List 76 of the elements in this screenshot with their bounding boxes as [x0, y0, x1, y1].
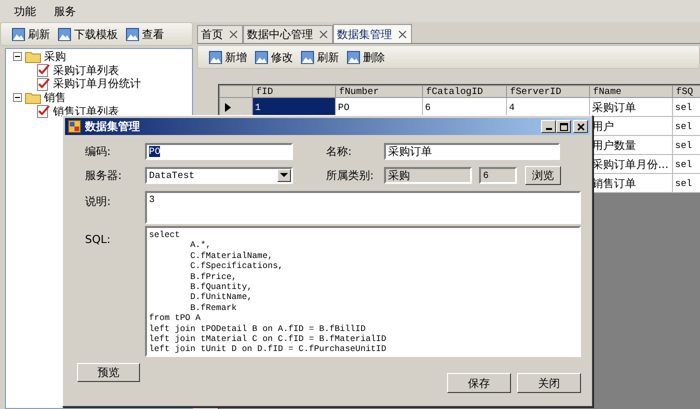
image-icon [209, 50, 222, 64]
table-cell: sel [675, 140, 692, 150]
field-label: 说明: [85, 194, 112, 209]
table-cell: PO [338, 102, 350, 112]
close-icon[interactable] [229, 30, 238, 39]
minimize-button[interactable] [541, 120, 556, 133]
image-icon [58, 28, 71, 40]
table-cell: 1 [255, 102, 261, 112]
menu-item[interactable]: 功能 [14, 4, 36, 18]
tree-item[interactable]: 采购订单月份统计 [53, 76, 141, 92]
toolbar-button[interactable]: 删除 [344, 48, 388, 66]
table-cell: 4 [509, 102, 515, 112]
table-cell: 6 [425, 102, 431, 112]
toolbar-button[interactable]: 下载模板 [55, 25, 121, 43]
toolbar-button[interactable]: 查看 [123, 25, 167, 43]
image-icon [347, 50, 360, 64]
category-id-field[interactable]: 6 [479, 167, 517, 184]
field-label: SQL: [85, 232, 112, 246]
folder-icon [25, 50, 41, 63]
tree-item[interactable]: 采购 [44, 49, 66, 64]
tab[interactable]: 数据中心管理 [243, 25, 333, 43]
tab[interactable]: 首页 [197, 25, 243, 43]
collapse-icon[interactable] [13, 93, 22, 102]
sql-field[interactable]: select A.*, C.fMaterialName, C.fSpecifications, B.fPrice, B.fQuantity, D.fUnitName, B.fRemark from tPO A left join tPODetail B on A.fID = B.fBillID left join tMaterial C on C.fID = B.fMaterialID left join tUnit D on D.fID = C.fPurchaseUnitID [145, 226, 581, 357]
column-header[interactable]: fCatalogID [422, 86, 506, 98]
tree-item[interactable]: 采购订单列表 [53, 62, 119, 78]
checklist-icon [36, 104, 50, 118]
toolbar-button[interactable]: 新增 [206, 48, 250, 66]
image-icon [255, 50, 268, 64]
close-icon[interactable] [319, 30, 328, 39]
field-label: 所属类别: [326, 168, 375, 183]
image-icon [12, 28, 25, 40]
collapse-icon[interactable] [13, 52, 22, 62]
table-cell: sel [675, 102, 692, 112]
toolbar-button[interactable]: 刷新 [298, 48, 342, 66]
column-header[interactable]: fName [590, 86, 672, 98]
current-row-icon [225, 102, 231, 112]
description-field[interactable]: 3 [145, 191, 581, 224]
category-field[interactable]: 采购 [384, 167, 472, 184]
dialog-title: 数据集管理 [85, 119, 140, 134]
close-icon [576, 122, 584, 130]
save-button[interactable]: 保存 [447, 373, 511, 393]
maximize-icon [560, 122, 568, 130]
close-icon[interactable] [398, 30, 407, 38]
tab[interactable]: 数据集管理 [333, 24, 412, 43]
folder-icon [25, 92, 41, 104]
browse-button[interactable]: 浏览 [525, 166, 561, 185]
close-button[interactable] [573, 120, 588, 133]
maximize-button[interactable] [556, 120, 571, 133]
close-dialog-button[interactable]: 关闭 [517, 373, 581, 393]
image-icon [126, 28, 139, 40]
table-cell: sel [675, 178, 692, 188]
preview-button[interactable]: 预览 [77, 363, 140, 382]
checklist-icon [36, 76, 50, 91]
menu-item[interactable]: 服务 [54, 4, 76, 18]
code-field[interactable]: PO [145, 143, 293, 160]
field-label: 名称: [326, 144, 353, 159]
tree-item[interactable]: 销售 [44, 90, 66, 106]
table-cell: sel [675, 158, 692, 170]
field-label: 服务器: [85, 168, 123, 183]
minimize-icon [546, 128, 552, 130]
server-dropdown[interactable]: DataTest [145, 167, 293, 184]
image-icon [301, 50, 314, 64]
toolbar-button[interactable]: 刷新 [9, 25, 53, 43]
table-cell: sel [675, 120, 692, 132]
name-field[interactable]: 采购订单 [384, 143, 560, 160]
column-header[interactable]: fSQ [672, 86, 700, 98]
column-header[interactable]: fID [252, 86, 336, 98]
toolbar-button[interactable]: 修改 [252, 48, 296, 66]
checklist-icon [36, 63, 50, 78]
dropdown-arrow-icon [280, 173, 288, 178]
column-header[interactable]: fServerID [506, 86, 590, 98]
table-cell: 采购订单 [592, 100, 636, 114]
column-header[interactable]: fNumber [336, 86, 422, 98]
field-label: 编码: [85, 144, 112, 159]
app-icon [68, 120, 81, 133]
